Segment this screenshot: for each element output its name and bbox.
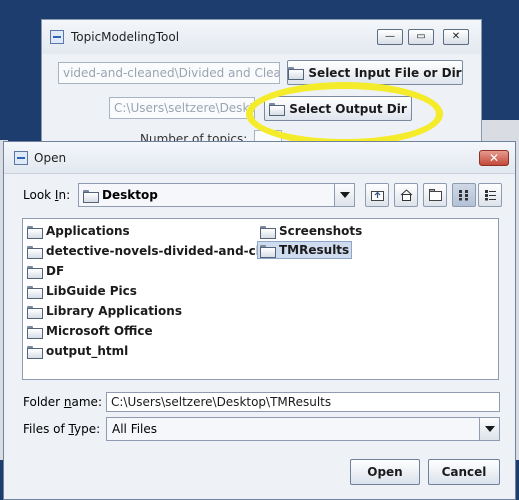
folder-icon	[260, 244, 276, 258]
folder-icon	[27, 305, 43, 319]
up-one-level-button[interactable]	[365, 183, 389, 207]
file-item-output-html[interactable]: output_html	[25, 342, 130, 360]
look-in-value: Desktop	[102, 188, 158, 202]
folder-icon	[27, 265, 43, 279]
file-item-libguide-pics[interactable]: LibGuide Pics	[25, 282, 139, 300]
folder-icon	[27, 345, 43, 359]
details-view-button[interactable]	[478, 183, 502, 207]
new-folder-button[interactable]	[423, 183, 447, 207]
files-of-type-value: All Files	[112, 422, 158, 436]
close-button[interactable]: ✕	[443, 29, 469, 45]
file-item-tmresults[interactable]: TMResults	[257, 241, 353, 259]
look-in-combo[interactable]: Desktop	[78, 183, 355, 207]
home-button[interactable]	[394, 183, 418, 207]
file-item-microsoft-office[interactable]: Microsoft Office	[25, 322, 155, 340]
folder-name-label: Folder name:	[23, 395, 102, 409]
look-in-label: Look In:	[23, 188, 71, 202]
files-of-type-combo[interactable]: All Files	[106, 417, 500, 441]
cancel-button[interactable]: Cancel	[428, 459, 500, 485]
files-of-type-label: Files of Type:	[23, 422, 101, 436]
close-button[interactable]: ✕	[479, 150, 509, 166]
window-titlebar: TopicModelingTool — ▭ ✕	[42, 20, 481, 54]
chevron-down-icon[interactable]	[334, 184, 354, 206]
details-view-icon	[485, 190, 496, 201]
folder-icon	[27, 225, 43, 239]
file-list[interactable]: Applications detective-novels-divided-an…	[22, 218, 499, 380]
file-item-applications[interactable]: Applications	[25, 222, 132, 240]
select-input-button[interactable]: Select Input File or Dir	[287, 60, 463, 85]
app-icon	[50, 30, 64, 44]
list-view-button[interactable]	[452, 183, 476, 207]
new-folder-icon	[429, 189, 442, 201]
folder-icon	[27, 285, 43, 299]
highlight-ellipse	[246, 82, 443, 146]
open-button[interactable]: Open	[350, 459, 420, 485]
maximize-button[interactable]: ▭	[408, 29, 434, 45]
folder-icon	[260, 225, 276, 239]
list-view-icon	[459, 190, 468, 201]
folder-name-input[interactable]: C:\Users\seltzere\Desktop\TMResults	[106, 392, 500, 412]
app-icon	[14, 151, 28, 165]
input-path-field[interactable]: vided-and-cleaned\Divided and Cleaned	[58, 62, 280, 84]
folder-icon	[27, 245, 43, 259]
output-path-field[interactable]: C:\Users\seltzere\Desktop	[109, 97, 255, 119]
home-icon	[400, 189, 413, 201]
window-title: TopicModelingTool	[71, 30, 180, 44]
chevron-down-icon[interactable]	[479, 418, 499, 440]
select-input-label: Select Input File or Dir	[308, 65, 462, 80]
file-item-df[interactable]: DF	[25, 262, 66, 280]
file-item-screenshots[interactable]: Screenshots	[258, 222, 364, 240]
folder-icon	[27, 325, 43, 339]
open-dialog: Open ✕ Look In: Desktop Applications det…	[3, 141, 516, 500]
folder-icon	[83, 190, 99, 203]
file-item-library-applications[interactable]: Library Applications	[25, 302, 184, 320]
folder-up-icon	[371, 191, 384, 201]
dialog-title: Open	[34, 151, 67, 165]
minimize-button[interactable]: —	[377, 29, 403, 45]
folder-open-icon	[288, 67, 305, 80]
dialog-titlebar: Open ✕	[4, 142, 515, 174]
